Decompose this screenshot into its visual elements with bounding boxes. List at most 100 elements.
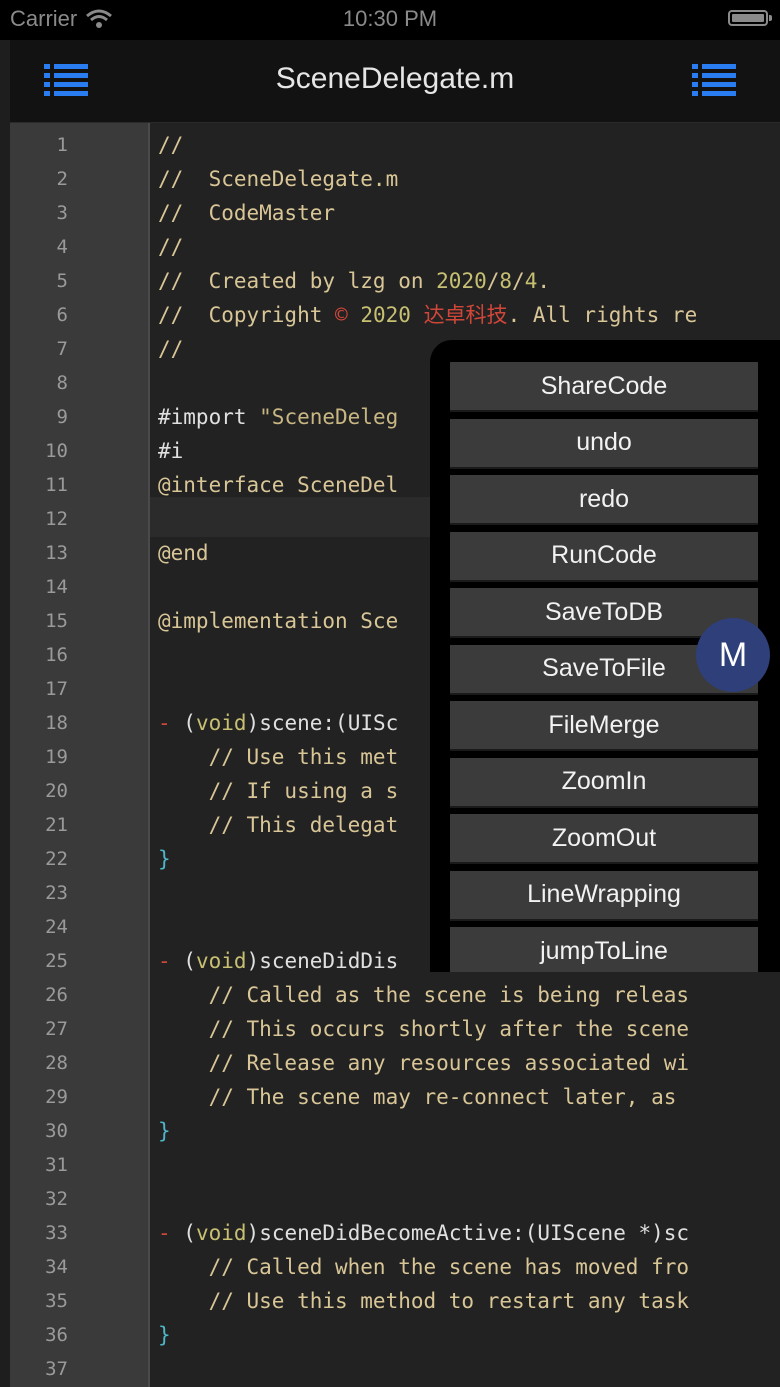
status-bar: Carrier 10:30 PM (0, 0, 780, 40)
menu-item-sharecode[interactable]: ShareCode (450, 362, 758, 412)
code-token: // Release any resources associated wi (158, 1051, 690, 1075)
line-number: 7 (56, 338, 68, 360)
line-number: 14 (45, 576, 68, 598)
line-number: 20 (45, 780, 68, 802)
code-token: // (158, 133, 184, 157)
code-token: // (158, 337, 184, 361)
code-token: void (195, 711, 247, 735)
line-number: 18 (45, 712, 68, 734)
line-number: 22 (45, 848, 68, 870)
code-line: // CodeMaster (158, 196, 335, 230)
line-number: 35 (45, 1290, 68, 1312)
code-token: - (158, 1221, 184, 1245)
code-token: // (158, 235, 184, 259)
line-number: 16 (45, 644, 68, 666)
line-number: 28 (45, 1052, 68, 1074)
list-icon (692, 64, 736, 96)
code-token: @interface SceneDel (158, 473, 399, 497)
menu-item-redo[interactable]: redo (450, 475, 758, 525)
line-number: 15 (45, 610, 68, 632)
code-token: ( (183, 711, 196, 735)
code-token: // Called when the scene has moved fro (158, 1255, 690, 1279)
code-token: // Use this method to restart any task (158, 1289, 690, 1313)
code-line: } (158, 1114, 171, 1148)
code-line: // Created by lzg on 2020/8/4. (158, 264, 550, 298)
code-token: } (158, 847, 171, 871)
line-number: 19 (45, 746, 68, 768)
code-token: ) (246, 711, 260, 735)
line-number: 36 (45, 1324, 68, 1346)
code-token: // SceneDelegate.m (158, 167, 399, 191)
right-list-button[interactable] (692, 62, 736, 98)
code-token: © (335, 303, 348, 327)
code-line: - (void)sceneDidDis (158, 944, 398, 978)
code-line: // (158, 332, 183, 366)
line-number: 10 (45, 440, 68, 462)
code-token: 4 (524, 269, 538, 293)
line-number: 27 (45, 1018, 68, 1040)
code-token: #i (158, 439, 184, 463)
menu-item-jumptoline[interactable]: jumpToLine (450, 927, 758, 972)
nav-bar: SceneDelegate.m (10, 40, 780, 123)
line-number: 6 (56, 304, 68, 326)
code-line: // This occurs shortly after the scene (158, 1012, 689, 1046)
code-token: #import (158, 405, 260, 429)
menu-toggle-button[interactable]: M (696, 618, 770, 692)
code-token: // This occurs shortly after the scene (158, 1017, 690, 1041)
line-number: 23 (45, 882, 68, 904)
code-token: // Use this met (158, 745, 399, 769)
line-number: 11 (45, 474, 68, 496)
code-line: // Release any resources associated wi (158, 1046, 689, 1080)
code-token: "SceneDeleg (259, 405, 399, 429)
code-line: - (void)sceneDidBecomeActive:(UIScene *)… (158, 1216, 689, 1250)
menu-item-zoomout[interactable]: ZoomOut (450, 814, 758, 864)
code-line: // (158, 128, 183, 162)
menu-item-linewrapping[interactable]: LineWrapping (450, 870, 758, 921)
menu-toggle-label: M (718, 635, 748, 674)
code-token: @end (158, 541, 209, 565)
line-number: 29 (45, 1086, 68, 1108)
line-number-gutter: 1 2 3 4 5 6 7 8 9 10 11 12 13 14 15 16 17 18 19 20 21 22 23 24 2… (10, 123, 150, 1387)
line-number: 32 (45, 1188, 68, 1210)
menu-item-undo[interactable]: undo (450, 418, 758, 469)
code-line: // (158, 230, 183, 264)
code-token: . All rights re (507, 303, 698, 327)
file-title: SceneDelegate.m (275, 62, 515, 95)
line-number: 25 (45, 950, 68, 972)
code-token: ( (183, 949, 196, 973)
code-token: @implementation Sce (158, 609, 399, 633)
line-number: 4 (56, 236, 68, 258)
code-token: sceneDidDis (259, 949, 399, 973)
code-token: void (195, 949, 247, 973)
line-number: 2 (56, 168, 68, 190)
code-token: // Called as the scene is being releas (158, 983, 690, 1007)
line-number: 37 (45, 1358, 68, 1380)
menu-item-zoomin[interactable]: ZoomIn (450, 757, 758, 808)
line-number: 12 (45, 508, 68, 530)
line-number: 21 (45, 814, 68, 836)
menu-item-runcode[interactable]: RunCode (450, 531, 758, 582)
code-token: } (158, 1323, 171, 1347)
code-token: 达卓科技 (423, 303, 508, 327)
code-line: // Called when the scene has moved fro (158, 1250, 689, 1284)
menu-item-filemerge[interactable]: FileMerge (450, 701, 758, 751)
code-line: } (158, 1318, 171, 1352)
code-token: void (195, 1221, 247, 1245)
code-line: @end (158, 536, 209, 570)
code-line: // Copyright © 2020 达卓科技. All rights re (158, 298, 697, 332)
code-line: #import "SceneDeleg (158, 400, 398, 434)
code-token: . (537, 269, 551, 293)
code-token: (UISc (335, 711, 399, 735)
screen: Carrier 10:30 PM SceneDelegate.m 1 2 3 4… (0, 0, 780, 1387)
line-number: 33 (45, 1222, 68, 1244)
line-number: 30 (45, 1120, 68, 1142)
code-token: / (486, 269, 500, 293)
code-token: ) (246, 949, 260, 973)
code-token: // If using a s (158, 779, 399, 803)
line-number: 26 (45, 984, 68, 1006)
code-token: scene: (259, 711, 336, 735)
line-number: 5 (56, 270, 68, 292)
code-line: // The scene may re-connect later, as (158, 1080, 689, 1114)
